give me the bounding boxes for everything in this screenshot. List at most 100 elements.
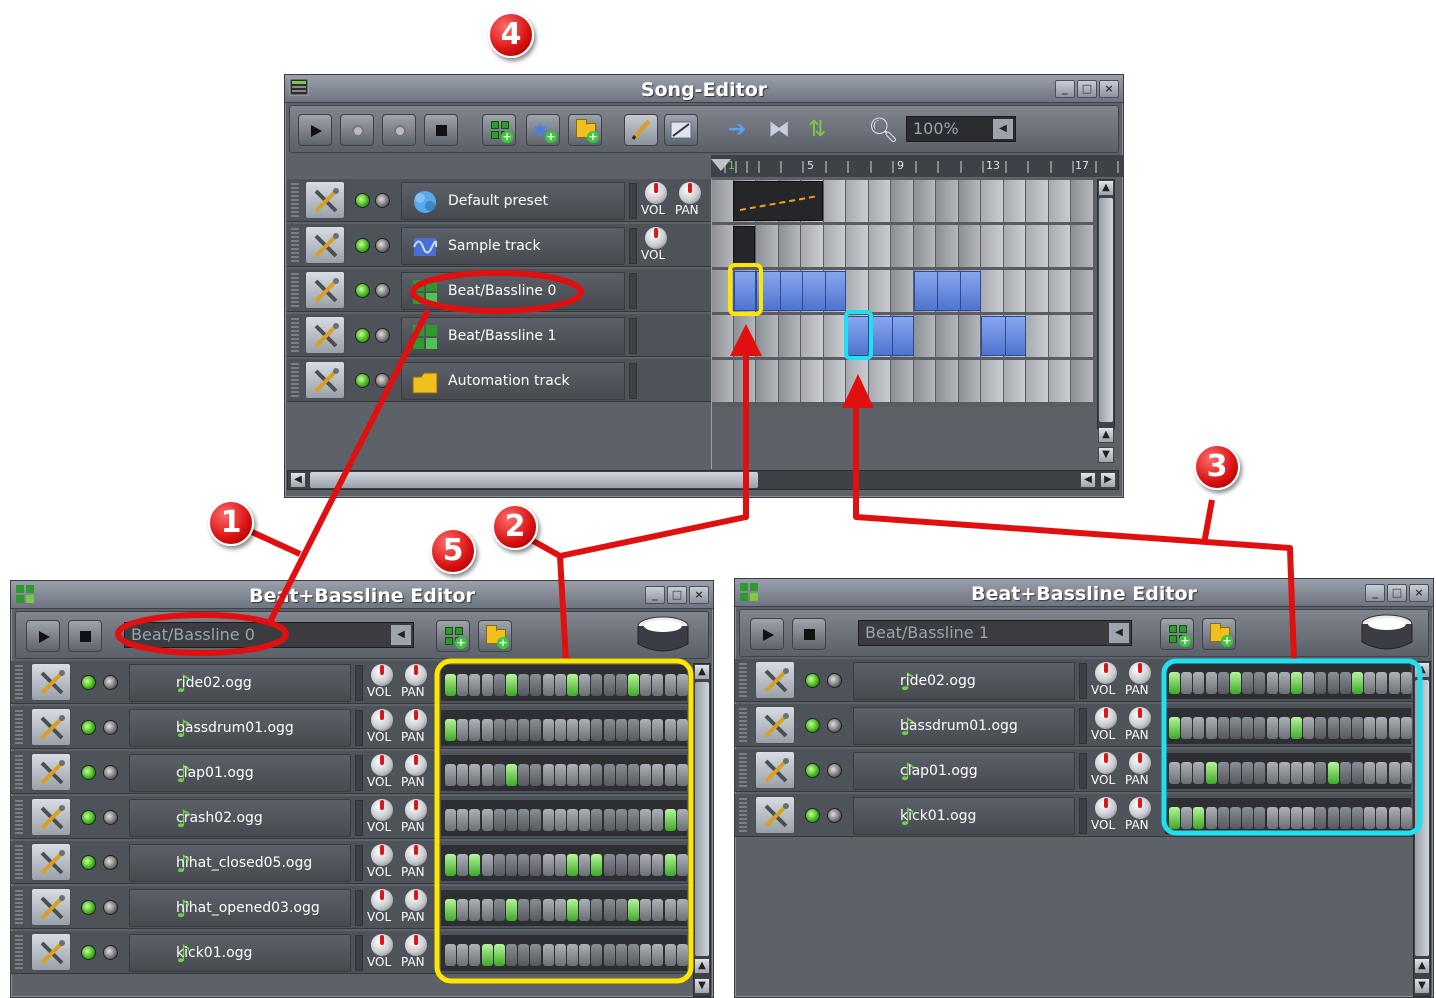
track-actions-button[interactable] [31, 888, 71, 926]
step-button[interactable] [530, 764, 542, 786]
track-actions-button[interactable] [31, 933, 71, 971]
bar-cell[interactable] [1071, 315, 1093, 357]
step-button[interactable] [603, 809, 615, 831]
mute-led[interactable] [81, 810, 96, 825]
step-button[interactable] [530, 809, 542, 831]
step-button[interactable] [1388, 717, 1400, 739]
step-button[interactable] [579, 944, 591, 966]
step-button[interactable] [518, 809, 530, 831]
solo-led[interactable] [375, 373, 390, 388]
track-actions-button[interactable] [31, 708, 71, 746]
step-button[interactable] [1315, 672, 1327, 694]
step-button[interactable] [1193, 672, 1205, 694]
step-button[interactable] [1303, 762, 1315, 784]
step-button[interactable] [1242, 672, 1254, 694]
pan-knob[interactable] [679, 182, 701, 204]
step-button[interactable] [1352, 762, 1363, 784]
step-button[interactable] [518, 674, 530, 696]
step-button[interactable] [1291, 717, 1302, 739]
pattern-selector[interactable]: Beat/Bassline 0 ◀ [124, 622, 414, 648]
step-button[interactable] [554, 674, 566, 696]
step-button[interactable] [506, 674, 517, 696]
track-name-button[interactable]: Automation track [401, 362, 625, 400]
bar-cell[interactable] [936, 180, 958, 222]
step-button[interactable] [518, 719, 530, 741]
bar-cell[interactable] [1071, 225, 1093, 267]
step-button[interactable] [567, 854, 578, 876]
scroll-thumb[interactable] [1099, 198, 1113, 422]
track-actions-button[interactable] [31, 663, 71, 701]
close-button[interactable]: × [1099, 80, 1119, 98]
step-button[interactable] [445, 944, 456, 966]
step-button[interactable] [1278, 717, 1290, 739]
step-button[interactable] [554, 719, 566, 741]
track-actions-button[interactable] [305, 361, 345, 399]
track-name-button[interactable]: ♪ kick01.ogg [853, 797, 1075, 835]
step-button[interactable] [1254, 717, 1266, 739]
step-button[interactable] [591, 719, 603, 741]
step-button[interactable] [664, 899, 676, 921]
step-button[interactable] [640, 674, 652, 696]
step-button[interactable] [481, 809, 493, 831]
minimize-button[interactable]: _ [645, 586, 665, 604]
bar-cell[interactable] [846, 360, 868, 402]
step-button[interactable] [1291, 807, 1302, 829]
step-button[interactable] [1181, 807, 1193, 829]
volume-knob[interactable] [645, 182, 667, 204]
step-button[interactable] [1169, 717, 1180, 739]
bar-cell[interactable] [981, 180, 1003, 222]
step-button[interactable] [603, 719, 615, 741]
step-button[interactable] [591, 809, 603, 831]
track-name-button[interactable]: ♪ clap01.ogg [129, 754, 351, 792]
bar-cell[interactable] [711, 270, 733, 312]
bar-cell[interactable] [846, 225, 868, 267]
maximize-button[interactable]: □ [1077, 80, 1097, 98]
bar-cell[interactable] [913, 180, 935, 222]
add-sample-track-button[interactable]: ✱ + [526, 114, 560, 146]
volume-knob[interactable] [371, 934, 393, 956]
step-button[interactable] [1376, 717, 1388, 739]
step-button[interactable] [542, 809, 554, 831]
step-button[interactable] [1181, 717, 1193, 739]
play-button[interactable] [26, 620, 60, 652]
scroll-up-button[interactable]: ▲ [694, 664, 710, 680]
mute-led[interactable] [805, 808, 820, 823]
bar-cell[interactable] [868, 270, 890, 312]
bar-cell[interactable] [868, 360, 890, 402]
step-button[interactable] [469, 674, 481, 696]
maximize-button[interactable]: □ [667, 586, 687, 604]
step-button[interactable] [1169, 672, 1180, 694]
solo-led[interactable] [103, 855, 118, 870]
drag-handle[interactable] [15, 845, 23, 880]
scroll-right-button[interactable]: ▶ [1100, 472, 1116, 488]
mute-led[interactable] [81, 675, 96, 690]
drag-handle[interactable] [15, 665, 23, 700]
track-name-button[interactable]: Beat/Bassline 0 [401, 272, 625, 310]
step-button[interactable] [603, 899, 615, 921]
maximize-button[interactable]: □ [1387, 584, 1407, 602]
track-actions-button[interactable] [755, 661, 795, 699]
volume-knob[interactable] [371, 709, 393, 731]
bar-cell[interactable] [958, 360, 980, 402]
bar-cell[interactable] [958, 180, 980, 222]
drag-handle[interactable] [291, 273, 299, 308]
step-button[interactable] [640, 854, 652, 876]
bar-cell[interactable] [1026, 180, 1048, 222]
step-button[interactable] [640, 809, 652, 831]
track-actions-button[interactable] [755, 796, 795, 834]
step-button[interactable] [493, 719, 505, 741]
step-button[interactable] [506, 854, 517, 876]
step-button[interactable] [676, 854, 688, 876]
mute-led[interactable] [355, 373, 370, 388]
step-button[interactable] [676, 944, 688, 966]
pan-knob[interactable] [1129, 707, 1151, 729]
close-button[interactable]: × [689, 586, 709, 604]
step-button[interactable] [640, 899, 652, 921]
step-button[interactable] [1327, 807, 1339, 829]
step-button[interactable] [1352, 717, 1363, 739]
step-button[interactable] [1205, 672, 1217, 694]
step-button[interactable] [1315, 807, 1327, 829]
step-button[interactable] [481, 854, 493, 876]
mute-led[interactable] [81, 900, 96, 915]
step-button[interactable] [457, 764, 469, 786]
